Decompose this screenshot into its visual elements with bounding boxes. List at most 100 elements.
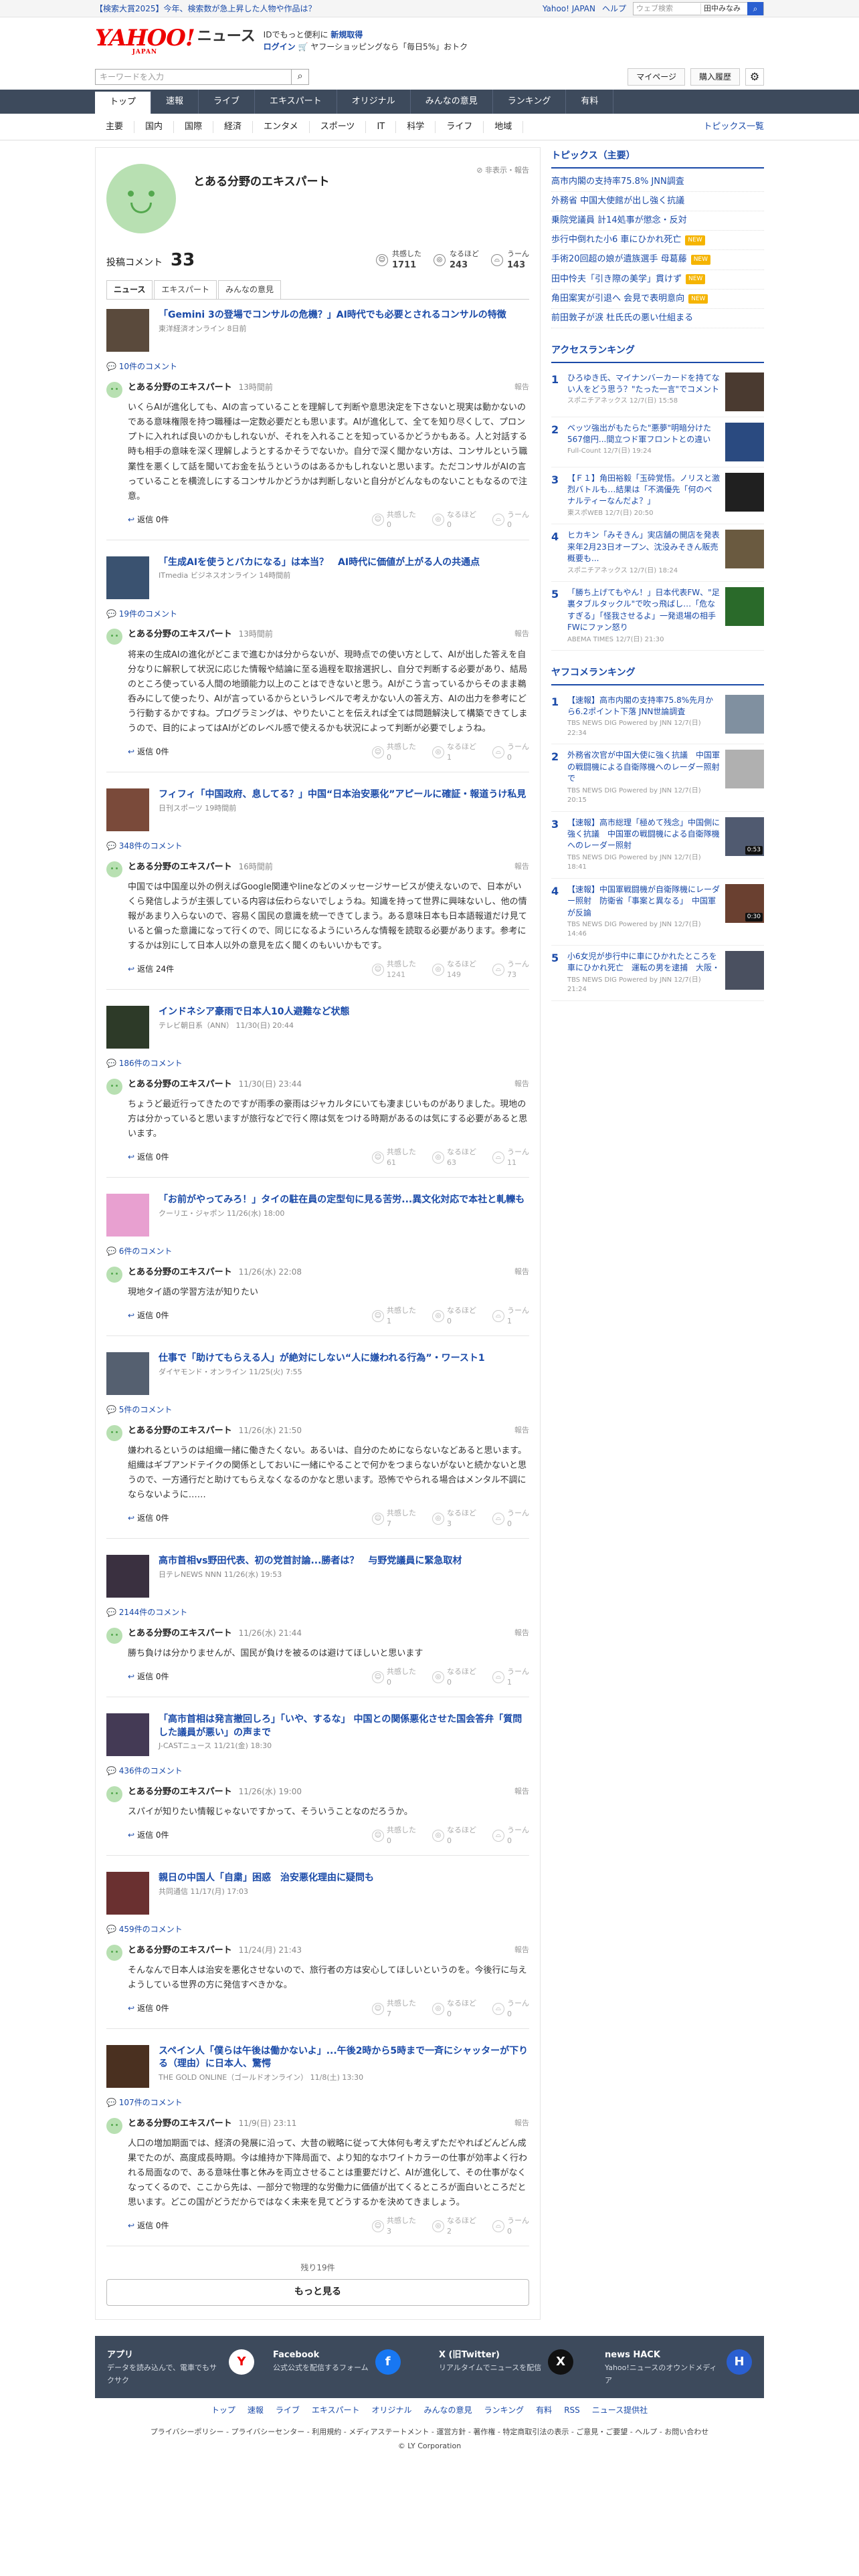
ranking-title[interactable]: 【速報】中国軍戦闘機が自衛隊機にレーダー照射 防衛省「事案と異なる」 中国軍が反…	[567, 885, 720, 918]
ranking-title[interactable]: ヒカキン「みそきん」実店舗の開店を発表 来年2月23日オープン、沈没みそきん販売…	[567, 530, 728, 563]
topic-title[interactable]: 手術20回超の娘が遺族選手 母葛藤	[551, 253, 687, 265]
ranking-title[interactable]: 小6女児が歩行中に車にひかれたところを車にひかれ死亡 運転の男を逮捕 大阪・	[567, 952, 720, 972]
article-title[interactable]: 「お前がやってみろ！」タイの駐在員の定型句に見る苦労...異文化対応で本社と軋轢…	[159, 1194, 524, 1207]
category-item-0[interactable]: 主要	[95, 120, 135, 134]
app-icon[interactable]: Y	[229, 2349, 254, 2375]
reply-button[interactable]: ↩ 返信 0件	[128, 2003, 169, 2014]
category-item-5[interactable]: スポーツ	[310, 120, 367, 134]
comment-count[interactable]: 10件のコメント	[119, 362, 177, 371]
article-title[interactable]: 「高市首相は発言撤回しろ」「いや、するな」 中国との関係悪化させた国会答弁「質問…	[159, 1713, 529, 1739]
reaction-1[interactable]: ◎ なるほど 149	[432, 959, 476, 980]
web-search[interactable]: ウェブ検索 田中みなみ ⌕	[633, 2, 764, 15]
topic-item[interactable]: 外務省 中国大使館が出し強く抗議	[551, 192, 764, 211]
report-link[interactable]: 報告	[514, 1079, 529, 1091]
topic-title[interactable]: 高市内閣の支持率75.8% JNN調査	[551, 176, 684, 188]
article-thumbnail[interactable]	[106, 1713, 149, 1757]
reaction-0[interactable]: ☺ 共感した 7	[372, 1998, 416, 2019]
reaction-2[interactable]: ⌓ うーん 0	[492, 510, 529, 530]
article-thumbnail[interactable]	[106, 1006, 149, 1049]
comment-count-link[interactable]: 💬 348件のコメント	[106, 841, 529, 852]
comment-count[interactable]: 186件のコメント	[119, 1059, 183, 1068]
report-link[interactable]: 報告	[514, 629, 529, 641]
reaction-1[interactable]: ◎ なるほど 3	[432, 1508, 476, 1529]
reply-button[interactable]: ↩ 返信 0件	[128, 1830, 169, 1841]
x-icon[interactable]: X	[548, 2349, 574, 2375]
topic-title[interactable]: 歩行中倒れた小6 車にひかれ死亡	[551, 234, 681, 246]
article[interactable]: フィフィ「中国政府、息してる？」中国“日本治安悪化”アピールに確証・報道うけ私見…	[106, 779, 529, 838]
tab-expert[interactable]: エキスパート	[154, 280, 217, 300]
nav-tab-7[interactable]: 有料	[566, 90, 614, 114]
reply-button[interactable]: ↩ 返信 24件	[128, 964, 174, 975]
footer-column-title[interactable]: アプリ	[107, 2349, 222, 2361]
report-link[interactable]: 報告	[514, 1267, 529, 1279]
legal-links[interactable]: プライバシーポリシー - プライバシーセンター - 利用規約 - メディアステー…	[95, 2423, 764, 2441]
ranking-title[interactable]: 【速報】高市内閣の支持率75.8%先月から6.2ポイント下落 JNN世論調査	[567, 695, 713, 716]
article-title[interactable]: スペイン人「僕らは午後は働かないよ」...午後2時から5時まで一斉にシャッターが…	[159, 2045, 529, 2071]
comment-count-link[interactable]: 💬 107件のコメント	[106, 2097, 529, 2109]
comment-count-link[interactable]: 💬 459件のコメント	[106, 1924, 529, 1935]
article-thumbnail[interactable]	[106, 309, 149, 352]
reply-button[interactable]: ↩ 返信 0件	[128, 1310, 169, 1321]
comment-count[interactable]: 6件のコメント	[119, 1247, 173, 1256]
ranking-thumbnail[interactable]	[725, 530, 764, 569]
reply-button[interactable]: ↩ 返信 0件	[128, 1513, 169, 1524]
article[interactable]: スペイン人「僕らは午後は働かないよ」...午後2時から5時まで一斉にシャッターが…	[106, 2036, 529, 2095]
keyword-search[interactable]: キーワードを入力 ⌕	[95, 69, 309, 85]
topic-item[interactable]: 角田案実が引退へ 会見で表明意向 NEW	[551, 290, 764, 309]
comment-count-link[interactable]: 💬 19件のコメント	[106, 609, 529, 620]
ranking-item[interactable]: 2 外務省次官が中国大使に強く抗議 中国軍の戦闘機による自衛隊機へのレーダー照射で…	[551, 744, 764, 812]
reaction-0[interactable]: ☺ 共感した 3	[372, 2216, 416, 2236]
footer-link[interactable]: オリジナル	[372, 2405, 412, 2416]
reply-button[interactable]: ↩ 返信 0件	[128, 1152, 169, 1163]
ranking-title[interactable]: ベッツ強出がもたらた"悪夢"明暗分けた567億円...間立つド軍フロントとの違い	[567, 423, 711, 444]
topic-item[interactable]: 歩行中倒れた小6 車にひかれ死亡 NEW	[551, 231, 764, 251]
category-item-9[interactable]: 地域	[484, 120, 524, 134]
web-search-input[interactable]: ウェブ検索	[634, 3, 700, 13]
reaction-2[interactable]: ⌓ うーん 0	[492, 1825, 529, 1846]
article[interactable]: 「お前がやってみろ！」タイの駐在員の定型句に見る苦労...異文化対応で本社と軋轢…	[106, 1184, 529, 1243]
article-thumbnail[interactable]	[106, 788, 149, 831]
reaction-2[interactable]: ⌓ うーん 0	[492, 1508, 529, 1529]
article-title[interactable]: 「Gemini 3の登場でコンサルの危機？」AI時代でも必要とされるコンサルの特…	[159, 309, 506, 322]
category-item-6[interactable]: IT	[366, 120, 397, 134]
footer-link[interactable]: 速報	[248, 2405, 264, 2416]
ranking-thumbnail[interactable]: 0:30	[725, 883, 764, 923]
article[interactable]: 仕事で「助けてもらえる人」が絶対にしない“人に嫌われる行為”・ワースト1 ダイヤモ…	[106, 1343, 529, 1402]
ranking-thumbnail[interactable]	[725, 750, 764, 789]
article-title[interactable]: インドネシア豪雨で日本人10人避難など状態	[159, 1006, 349, 1019]
comment-count-link[interactable]: 💬 10件のコメント	[106, 361, 529, 372]
keyword-input[interactable]: キーワードを入力	[96, 72, 291, 83]
footer-link[interactable]: ニュース提供社	[592, 2405, 648, 2416]
reaction-1[interactable]: ◎ なるほど 0	[432, 510, 476, 530]
search-icon[interactable]: ⌕	[291, 70, 308, 84]
comment-count[interactable]: 436件のコメント	[119, 1766, 183, 1776]
reaction-0[interactable]: ☺ 共感した 0	[372, 1667, 416, 1687]
topic-title[interactable]: 前田敦子が涙 杜氏氏の悪い仕組まる	[551, 312, 693, 324]
ranking-item[interactable]: 1 ひろゆき氏、マイナンバーカードを持てない人をどう思う？"たった一言"でコメント…	[551, 367, 764, 417]
article-thumbnail[interactable]	[106, 1555, 149, 1598]
category-item-3[interactable]: 経済	[213, 120, 254, 134]
ranking-thumbnail[interactable]	[725, 422, 764, 461]
topic-item[interactable]: 田中怜夫「引き際の美学」貫けず NEW	[551, 270, 764, 290]
mypage-button[interactable]: マイページ	[628, 68, 685, 86]
comment-count-link[interactable]: 💬 2144件のコメント	[106, 1607, 529, 1618]
footer-column-title[interactable]: news HACK	[605, 2349, 720, 2361]
ranking-item[interactable]: 4 【速報】中国軍戦闘機が自衛隊機にレーダー照射 防衛省「事案と異なる」 中国軍が…	[551, 879, 764, 946]
commenter-name[interactable]: とある分野のエキスパート	[128, 1267, 232, 1277]
category-item-7[interactable]: 科学	[396, 120, 436, 134]
report-link[interactable]: 報告	[514, 861, 529, 873]
gear-icon[interactable]: ⚙	[745, 68, 764, 86]
ranking-thumbnail[interactable]	[725, 694, 764, 734]
report-link[interactable]: 報告	[514, 382, 529, 394]
article-thumbnail[interactable]	[106, 556, 149, 599]
comment-count-link[interactable]: 💬 186件のコメント	[106, 1058, 529, 1069]
comment-count[interactable]: 459件のコメント	[119, 1925, 183, 1934]
reply-button[interactable]: ↩ 返信 0件	[128, 2220, 169, 2232]
topic-title[interactable]: 角田案実が引退へ 会見で表明意向	[551, 293, 684, 305]
footer-column[interactable]: Facebook 公式公式を配信するフォーム f	[273, 2349, 420, 2387]
report-link[interactable]: 報告	[514, 1425, 529, 1437]
article-title[interactable]: 親日の中国人「自粛」困惑 治安悪化理由に疑問も	[159, 1872, 374, 1885]
load-more-button[interactable]: もっと見る	[106, 2278, 529, 2306]
reaction-1[interactable]: ◎ なるほど 2	[432, 2216, 476, 2236]
reaction-2[interactable]: ⌓ うーん 1	[492, 1305, 529, 1326]
